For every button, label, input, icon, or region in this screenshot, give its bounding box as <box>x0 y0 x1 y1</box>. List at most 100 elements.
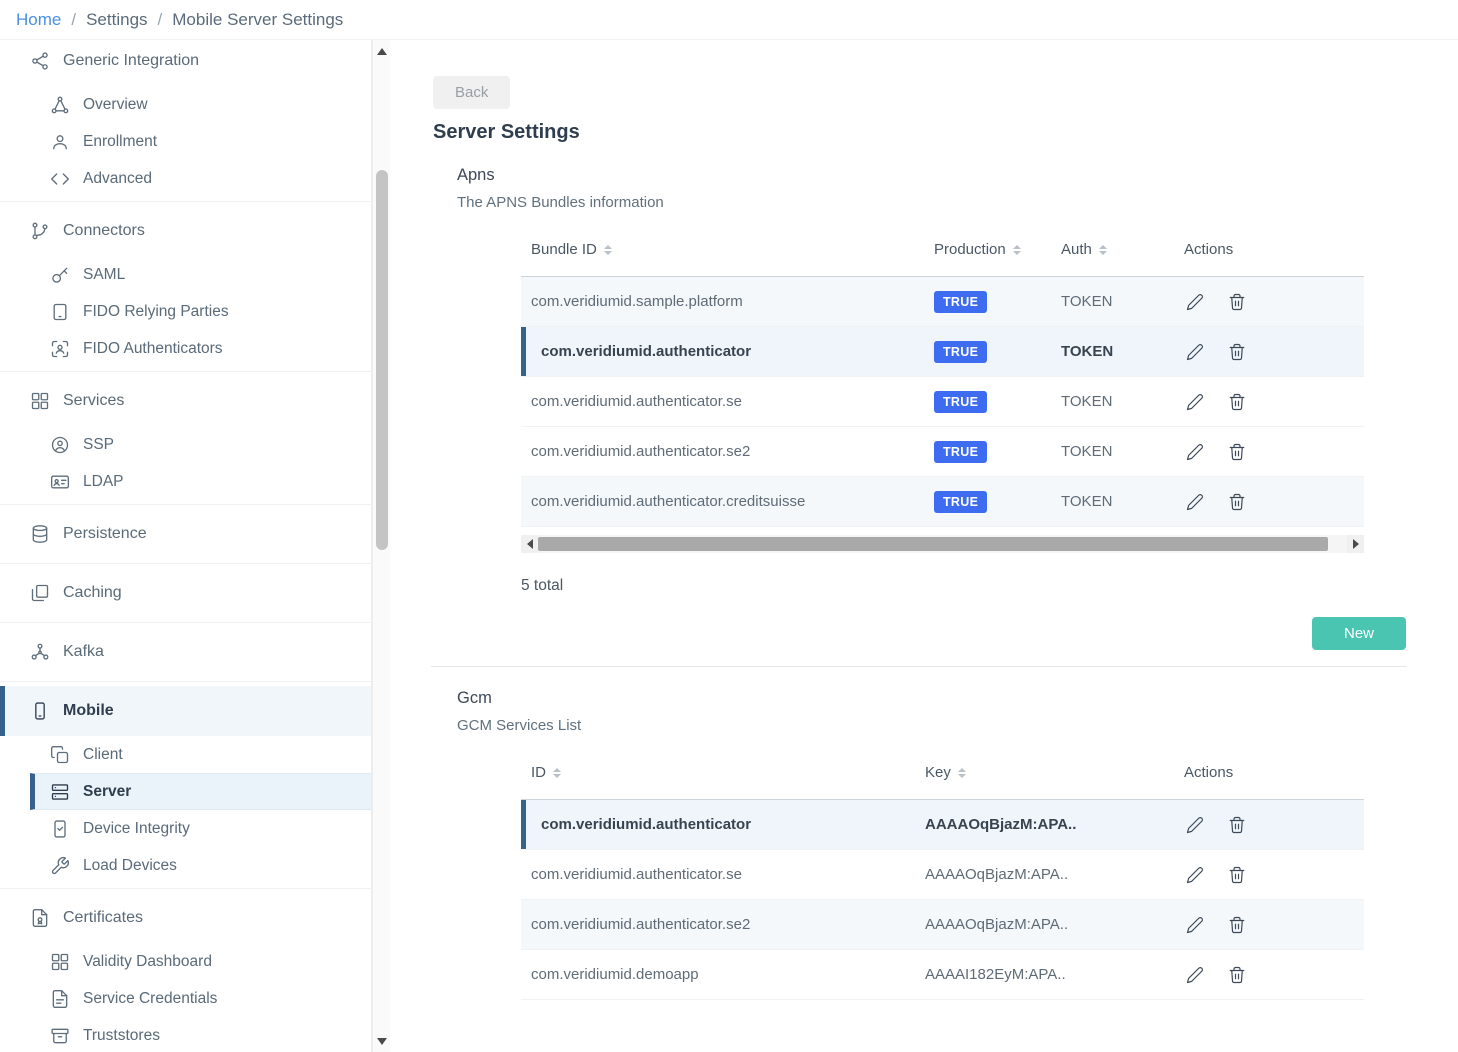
grid-icon <box>50 952 70 972</box>
trash-icon <box>1228 293 1246 311</box>
sidebar-item-persistence[interactable]: Persistence <box>0 509 371 559</box>
back-button[interactable]: Back <box>433 76 510 109</box>
sort-icon[interactable] <box>1099 245 1107 255</box>
delete-button[interactable] <box>1228 293 1246 311</box>
trash-icon <box>1228 443 1246 461</box>
new-button[interactable]: New <box>1312 617 1406 650</box>
section-divider <box>431 666 1407 667</box>
sidebar-scrollbar[interactable] <box>372 40 390 1052</box>
scroll-right-button[interactable] <box>1347 535 1364 553</box>
edit-button[interactable] <box>1186 293 1204 311</box>
key-cell: AAAAOqBjazM:APA.. <box>915 916 1174 933</box>
breadcrumb-settings-link[interactable]: Settings <box>86 10 147 30</box>
right-arrow-icon <box>1353 539 1359 549</box>
scroll-down-button[interactable] <box>373 1032 391 1050</box>
sidebar-item-label: Caching <box>63 584 122 602</box>
auth-cell: TOKEN <box>1051 393 1174 410</box>
scrollbar-track[interactable] <box>538 535 1347 553</box>
edit-button[interactable] <box>1186 343 1204 361</box>
trash-icon <box>1228 393 1246 411</box>
sort-icon[interactable] <box>604 245 612 255</box>
sort-icon[interactable] <box>1013 245 1021 255</box>
sidebar-item-truststores[interactable]: Truststores <box>0 1017 371 1052</box>
sort-icon[interactable] <box>553 768 561 778</box>
sidebar-item-server[interactable]: Server <box>30 773 371 810</box>
edit-button[interactable] <box>1186 916 1204 934</box>
sidebar-item-fido-authenticators[interactable]: FIDO Authenticators <box>0 330 371 367</box>
sidebar-item-load-devices[interactable]: Load Devices <box>0 847 371 884</box>
sidebar-item-kafka[interactable]: Kafka <box>0 627 371 677</box>
server-icon <box>50 782 70 802</box>
pencil-icon <box>1186 343 1204 361</box>
sidebar-item-overview[interactable]: Overview <box>0 86 371 123</box>
copy-icon <box>50 745 70 765</box>
table-row[interactable]: com.veridiumid.authenticator.se2 AAAAOqB… <box>521 900 1364 950</box>
table-row[interactable]: com.veridiumid.authenticator.se AAAAOqBj… <box>521 850 1364 900</box>
edit-button[interactable] <box>1186 493 1204 511</box>
sidebar-item-fido-relying-parties[interactable]: FIDO Relying Parties <box>0 293 371 330</box>
table-row-selected[interactable]: com.veridiumid.authenticator AAAAOqBjazM… <box>521 800 1364 850</box>
sidebar-item-mobile[interactable]: Mobile <box>0 686 371 736</box>
sidebar-item-saml[interactable]: SAML <box>0 256 371 293</box>
certificate-icon <box>30 908 50 928</box>
page-title: Server Settings <box>433 121 1458 144</box>
apns-section: Apns The APNS Bundles information Bundle… <box>433 166 1458 650</box>
table-row-selected[interactable]: com.veridiumid.authenticator TRUE TOKEN <box>521 327 1364 377</box>
sidebar-item-generic-integration[interactable]: Generic Integration <box>0 40 371 86</box>
delete-button[interactable] <box>1228 866 1246 884</box>
sidebar-nav: Generic Integration Overview Enrollment … <box>0 40 372 1052</box>
delete-button[interactable] <box>1228 966 1246 984</box>
delete-button[interactable] <box>1228 816 1246 834</box>
sidebar-item-connectors[interactable]: Connectors <box>0 206 371 256</box>
edit-button[interactable] <box>1186 816 1204 834</box>
edit-button[interactable] <box>1186 443 1204 461</box>
sort-icon[interactable] <box>958 768 966 778</box>
production-cell: TRUE <box>924 391 1051 413</box>
sidebar-item-label: Mobile <box>63 702 114 720</box>
sidebar-item-ldap[interactable]: LDAP <box>0 463 371 500</box>
delete-button[interactable] <box>1228 493 1246 511</box>
pencil-icon <box>1186 393 1204 411</box>
sidebar-item-caching[interactable]: Caching <box>0 568 371 618</box>
total-count: 5 total <box>521 577 1458 595</box>
integration-icon <box>30 51 50 71</box>
delete-button[interactable] <box>1228 916 1246 934</box>
delete-button[interactable] <box>1228 393 1246 411</box>
trash-icon <box>1228 866 1246 884</box>
delete-button[interactable] <box>1228 443 1246 461</box>
id-card-icon <box>50 472 70 492</box>
edit-button[interactable] <box>1186 866 1204 884</box>
sidebar-item-services[interactable]: Services <box>0 376 371 426</box>
breadcrumb-home-link[interactable]: Home <box>16 10 61 30</box>
table-row[interactable]: com.veridiumid.demoapp AAAAI182EyM:APA.. <box>521 950 1364 1000</box>
table-row[interactable]: com.veridiumid.sample.platform TRUE TOKE… <box>521 277 1364 327</box>
table-row[interactable]: com.veridiumid.authenticator.se TRUE TOK… <box>521 377 1364 427</box>
scroll-left-button[interactable] <box>521 535 538 553</box>
edit-button[interactable] <box>1186 966 1204 984</box>
column-header-actions: Actions <box>1174 764 1364 781</box>
bundle-id-cell: com.veridiumid.sample.platform <box>521 293 924 310</box>
sidebar-item-label: Load Devices <box>83 857 177 875</box>
sidebar-item-client[interactable]: Client <box>0 736 371 773</box>
table-row[interactable]: com.veridiumid.authenticator.se2 TRUE TO… <box>521 427 1364 477</box>
sidebar-item-validity-dashboard[interactable]: Validity Dashboard <box>0 943 371 980</box>
scrollbar-thumb[interactable] <box>376 170 388 550</box>
table-row[interactable]: com.veridiumid.authenticator.creditsuiss… <box>521 477 1364 527</box>
sidebar-item-enrollment[interactable]: Enrollment <box>0 123 371 160</box>
sidebar-item-service-credentials[interactable]: Service Credentials <box>0 980 371 1017</box>
delete-button[interactable] <box>1228 343 1246 361</box>
trash-icon <box>1228 966 1246 984</box>
sidebar-item-label: FIDO Authenticators <box>83 340 223 358</box>
nodes-icon <box>50 95 70 115</box>
sidebar-item-ssp[interactable]: SSP <box>0 426 371 463</box>
breadcrumb-separator: / <box>71 10 76 30</box>
actions-cell <box>1174 493 1364 511</box>
horizontal-scrollbar[interactable] <box>521 535 1364 553</box>
edit-button[interactable] <box>1186 393 1204 411</box>
scrollbar-thumb[interactable] <box>538 537 1328 551</box>
sidebar-item-device-integrity[interactable]: Device Integrity <box>0 810 371 847</box>
sidebar-item-advanced[interactable]: Advanced <box>0 160 371 197</box>
sidebar-item-certificates[interactable]: Certificates <box>0 893 371 943</box>
scroll-up-button[interactable] <box>373 42 391 60</box>
sidebar-item-label: FIDO Relying Parties <box>83 303 229 321</box>
